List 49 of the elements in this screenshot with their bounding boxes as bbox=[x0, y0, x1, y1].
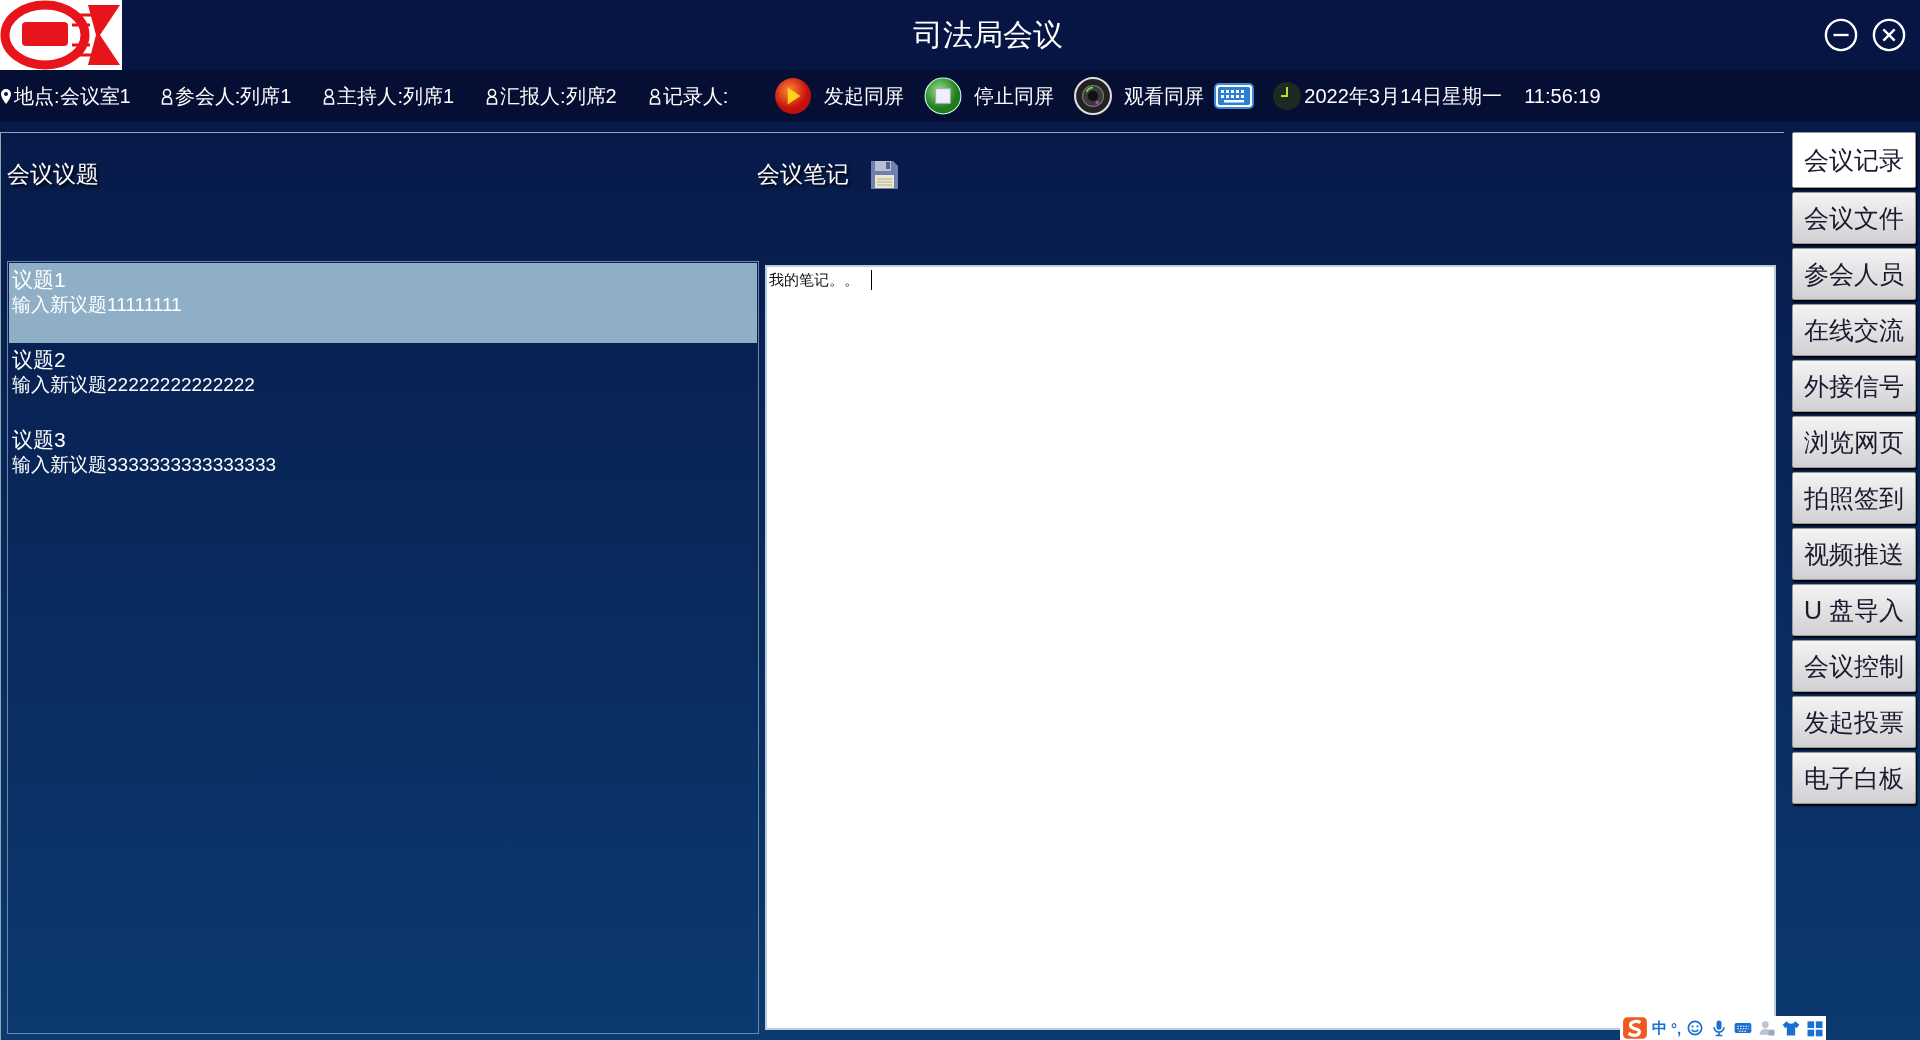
sidebar-tab[interactable]: 会议记录 bbox=[1792, 132, 1916, 188]
participant-label: 参会人:列席1 bbox=[174, 83, 292, 109]
screen-share-button[interactable]: 发起同屏 bbox=[824, 82, 905, 110]
stop-icon[interactable] bbox=[924, 77, 963, 115]
close-icon[interactable] bbox=[1872, 18, 1906, 52]
sidebar-tab[interactable]: 会议文件 bbox=[1792, 192, 1916, 244]
person-icon bbox=[323, 87, 336, 105]
topic-text: 输入新议题3333333333333333 bbox=[12, 453, 278, 477]
sidebar-tab[interactable]: 外接信号 bbox=[1792, 360, 1916, 412]
topics-heading: 会议议题 bbox=[7, 161, 99, 187]
location-label: 地点:会议室1 bbox=[14, 83, 131, 109]
sidebar-tab[interactable]: 会议控制 bbox=[1792, 640, 1916, 692]
topic-title: 议题1 bbox=[12, 267, 67, 293]
topic-text: 输入新议题22222222222222 bbox=[12, 373, 256, 397]
date-label: 2022年3月14日星期一 bbox=[1304, 83, 1503, 109]
minimize-icon[interactable] bbox=[1824, 18, 1858, 52]
camera-icon[interactable] bbox=[1074, 77, 1113, 115]
topic-title: 议题2 bbox=[12, 347, 67, 373]
person-icon bbox=[648, 87, 661, 105]
notes-heading: 会议笔记 bbox=[757, 160, 849, 189]
participant-label: 主持人:列席1 bbox=[337, 83, 455, 109]
topic-title: 议题3 bbox=[12, 427, 67, 453]
location-pin-icon bbox=[0, 87, 12, 105]
clock-icon bbox=[1272, 81, 1303, 111]
sidebar-tab[interactable]: 拍照签到 bbox=[1792, 472, 1916, 524]
sidebar-tab[interactable]: U 盘导入 bbox=[1792, 584, 1916, 636]
topic-item[interactable]: 议题2 输入新议题22222222222222 bbox=[9, 343, 757, 423]
person-icon bbox=[486, 87, 499, 105]
logo-icon bbox=[0, 0, 122, 70]
grid-icon[interactable] bbox=[1805, 1018, 1826, 1038]
topic-item[interactable]: 议题3 输入新议题3333333333333333 bbox=[9, 423, 757, 503]
sidebar-tab[interactable]: 在线交流 bbox=[1792, 304, 1916, 356]
participant-label: 记录人: bbox=[662, 83, 729, 109]
save-icon[interactable] bbox=[869, 159, 899, 191]
sidebar-tab[interactable]: 参会人员 bbox=[1792, 248, 1916, 300]
sidebar-tab[interactable]: 视频推送 bbox=[1792, 528, 1916, 580]
sogou-logo-icon[interactable] bbox=[1622, 1016, 1648, 1040]
play-icon[interactable] bbox=[774, 77, 813, 115]
sidebar-tab[interactable]: 浏览网页 bbox=[1792, 416, 1916, 468]
participant-label: 汇报人:列席2 bbox=[500, 83, 617, 109]
time-label: 11:56:19 bbox=[1524, 84, 1601, 108]
window-title: 司法局会议 bbox=[912, 16, 1064, 53]
person-icon bbox=[160, 87, 173, 105]
sidebar-tab[interactable]: 发起投票 bbox=[1792, 696, 1916, 748]
topic-text: 输入新议题11111111 bbox=[12, 293, 183, 317]
screen-share-button[interactable]: 观看同屏 bbox=[1124, 82, 1205, 110]
sidebar-tab[interactable]: 电子白板 bbox=[1792, 752, 1916, 804]
keyboard-icon[interactable] bbox=[1214, 83, 1255, 109]
screen-share-button[interactable]: 停止同屏 bbox=[974, 82, 1055, 110]
